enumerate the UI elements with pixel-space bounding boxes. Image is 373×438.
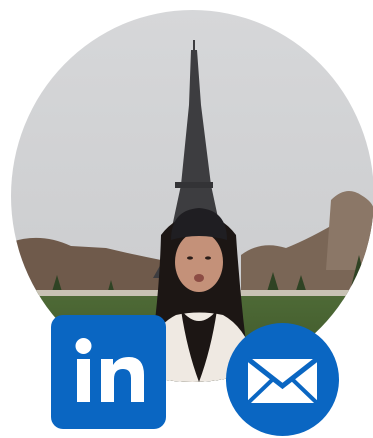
email-button[interactable] bbox=[226, 323, 339, 436]
linkedin-button[interactable] bbox=[51, 315, 166, 429]
profile-card bbox=[0, 0, 373, 438]
mail-icon bbox=[246, 357, 319, 405]
linkedin-icon bbox=[75, 338, 144, 402]
